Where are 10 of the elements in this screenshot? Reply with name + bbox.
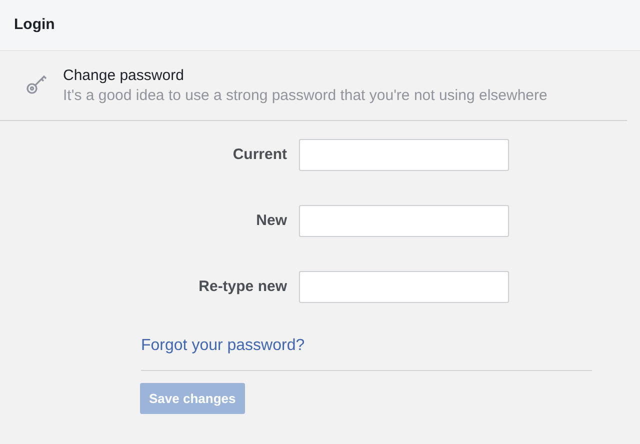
password-field[interactable] [299,139,509,171]
forgot-password-link[interactable]: Forgot your password? [141,337,305,354]
password-field[interactable] [299,271,509,303]
section-description: It's a good idea to use a strong password that you're not using elsewhere [63,86,548,106]
section-title: Change password [63,66,185,86]
header-title: Login [14,14,55,35]
field-label: Re-type new [198,276,287,297]
password-field[interactable] [299,205,509,237]
field-label: New [255,210,287,231]
field-label: Current [232,144,287,165]
